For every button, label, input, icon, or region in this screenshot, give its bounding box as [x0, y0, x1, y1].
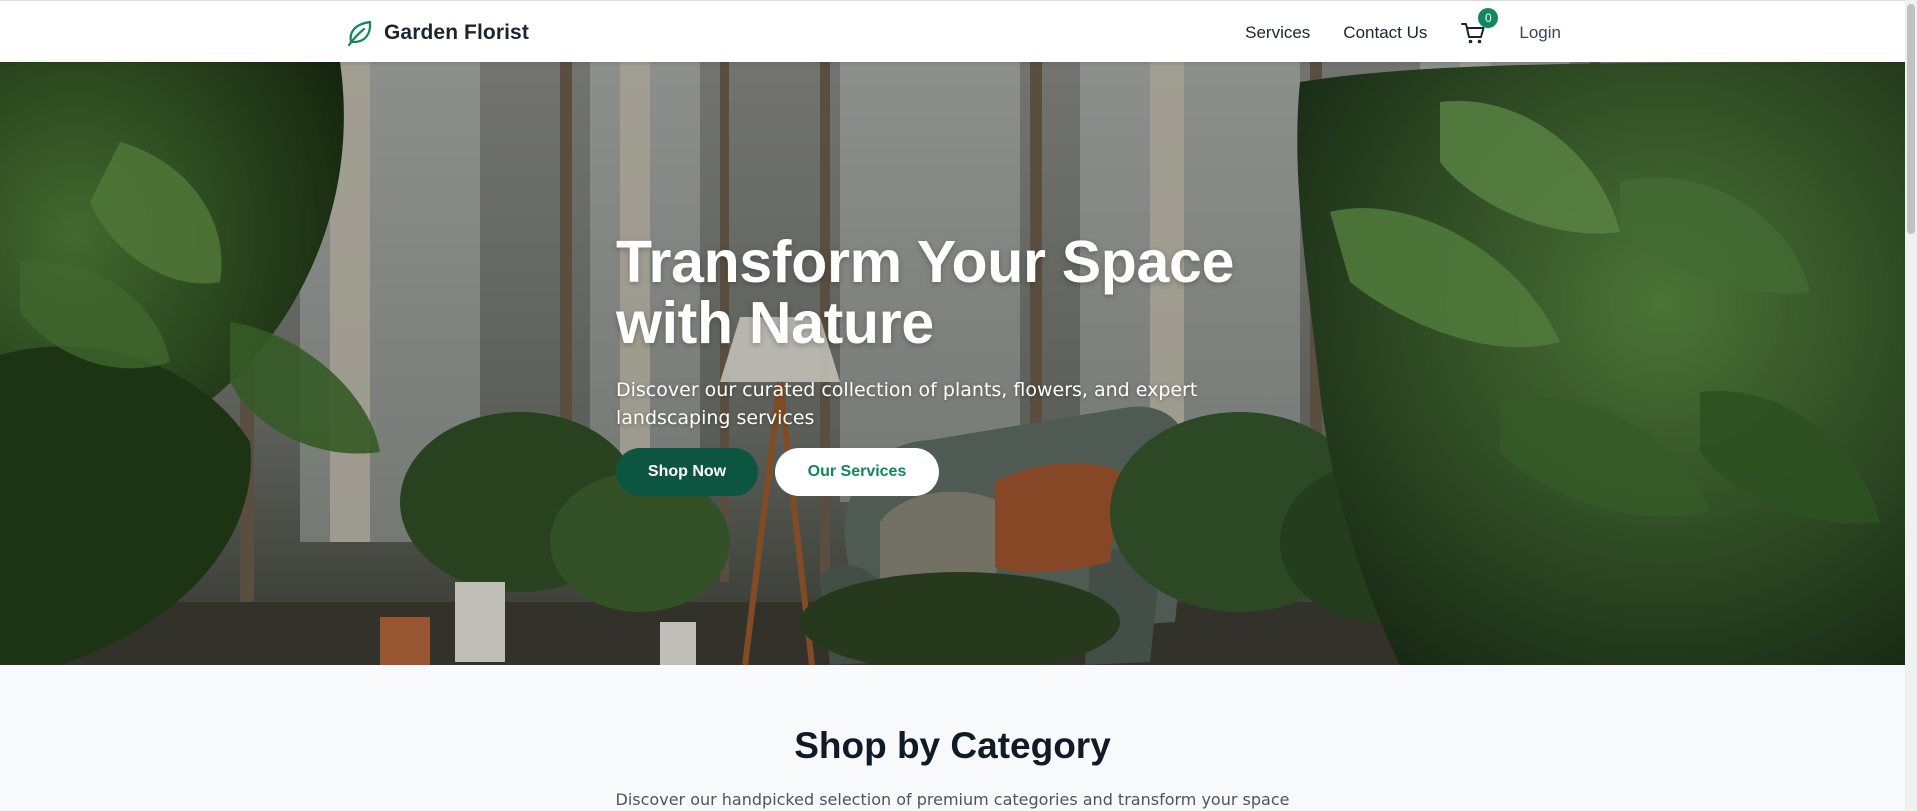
category-section: Shop by Category Discover our handpicked…	[0, 665, 1905, 811]
page-scrollbar[interactable]	[1905, 0, 1917, 811]
page: Garden Florist Services Contact Us 0 Log…	[0, 0, 1917, 811]
leaf-icon	[347, 20, 372, 47]
cart-button[interactable]: 0	[1460, 8, 1499, 46]
brand-link[interactable]: Garden Florist	[345, 18, 529, 48]
hero-section: Transform Your Space with Nature Discover…	[0, 62, 1905, 665]
category-subtitle: Discover our handpicked selection of pre…	[615, 790, 1290, 809]
navbar: Garden Florist Services Contact Us 0 Log…	[0, 0, 1905, 62]
cart-count-badge: 0	[1478, 8, 1499, 28]
hero-title-line-2: with Nature	[616, 290, 934, 356]
hero-content: Transform Your Space with Nature Discover…	[616, 232, 1316, 496]
our-services-button[interactable]: Our Services	[775, 448, 939, 496]
hero-actions: Shop Now Our Services	[616, 448, 1316, 496]
scrollbar-thumb[interactable]	[1907, 4, 1915, 234]
shop-now-button[interactable]: Shop Now	[616, 448, 758, 496]
hero-title-line-1: Transform Your Space	[616, 229, 1235, 295]
nav-contact-link[interactable]: Contact Us	[1343, 23, 1427, 43]
hero-subtitle: Discover our curated collection of plant…	[616, 379, 1198, 429]
category-title: Shop by Category	[794, 725, 1111, 766]
login-link[interactable]: Login	[1519, 23, 1561, 43]
brand-name: Garden Florist	[384, 21, 529, 44]
nav-services-link[interactable]: Services	[1245, 23, 1310, 43]
hero-title: Transform Your Space with Nature	[616, 232, 1316, 354]
main-nav: Services Contact Us 0 Login	[1245, 8, 1561, 51]
